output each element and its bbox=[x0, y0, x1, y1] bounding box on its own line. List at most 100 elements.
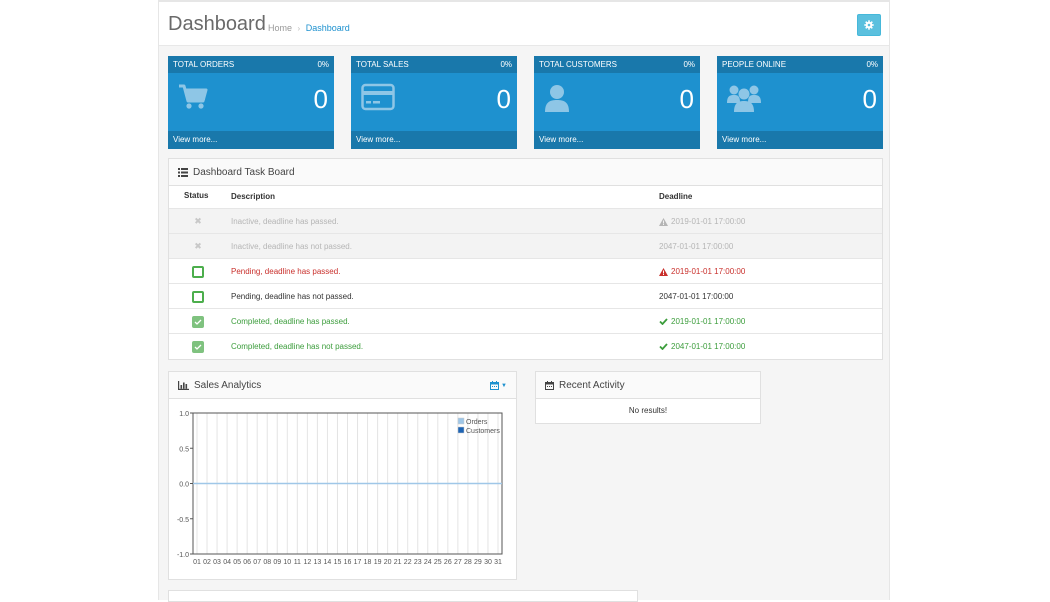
task-deadline: 2047-01-01 17:00:00 bbox=[659, 342, 745, 351]
table-row: Completed, deadline has passed. 2019-01-… bbox=[169, 308, 882, 333]
table-row: ✖ Inactive, deadline has not passed. 204… bbox=[169, 233, 882, 258]
x-tick-label: 18 bbox=[364, 559, 372, 566]
recent-activity-panel: Recent Activity No results! bbox=[535, 371, 761, 424]
x-tick-label: 23 bbox=[414, 559, 422, 566]
deadline-text: 2047-01-01 17:00:00 bbox=[671, 342, 746, 351]
tile-percent: 0% bbox=[683, 60, 695, 69]
column-header-status: Status bbox=[184, 191, 209, 200]
tile-label: TOTAL ORDERS bbox=[173, 60, 235, 69]
status-cell bbox=[183, 309, 213, 334]
deadline-text: 2019-01-01 17:00:00 bbox=[671, 217, 746, 226]
gear-icon bbox=[864, 20, 874, 30]
sales-analytics-heading: Sales Analytics ▼ bbox=[169, 372, 516, 399]
tile-header: PEOPLE ONLINE 0% bbox=[717, 56, 883, 73]
status-cell bbox=[183, 259, 213, 284]
view-more-link[interactable]: View more... bbox=[534, 131, 700, 149]
tile-total-sales: TOTAL SALES 0% 0 View more... bbox=[351, 56, 517, 149]
task-description: Inactive, deadline has not passed. bbox=[231, 242, 352, 251]
breadcrumb-home[interactable]: Home bbox=[268, 23, 292, 33]
tile-label: PEOPLE ONLINE bbox=[722, 60, 787, 69]
completed-checkbox[interactable] bbox=[192, 340, 204, 353]
bar-chart-icon bbox=[178, 380, 189, 390]
date-range-dropdown[interactable]: ▼ bbox=[490, 381, 507, 390]
x-tick-label: 28 bbox=[464, 559, 472, 566]
recent-activity-title: Recent Activity bbox=[559, 379, 625, 391]
credit-card-icon bbox=[361, 83, 395, 111]
task-description: Pending, deadline has not passed. bbox=[231, 292, 354, 301]
tile-total-customers: TOTAL CUSTOMERS 0% 0 View more... bbox=[534, 56, 700, 149]
view-more-link[interactable]: View more... bbox=[717, 131, 883, 149]
x-tick-label: 22 bbox=[404, 559, 412, 566]
view-more-link[interactable]: View more... bbox=[351, 131, 517, 149]
check-icon bbox=[194, 319, 202, 325]
x-tick-label: 25 bbox=[434, 559, 442, 566]
tile-total-orders: TOTAL ORDERS 0% 0 View more... bbox=[168, 56, 334, 149]
tile-value: 0 bbox=[313, 84, 328, 114]
deadline-text: 2019-01-01 17:00:00 bbox=[671, 267, 746, 276]
tile-label: TOTAL CUSTOMERS bbox=[539, 60, 617, 69]
pending-checkbox[interactable] bbox=[192, 290, 204, 303]
x-tick-label: 16 bbox=[344, 559, 352, 566]
x-tick-label: 27 bbox=[454, 559, 462, 566]
deadline-text: 2047-01-01 17:00:00 bbox=[659, 292, 734, 301]
x-tick-label: 19 bbox=[374, 559, 382, 566]
next-panel-edge bbox=[168, 590, 638, 602]
x-tick-label: 05 bbox=[233, 559, 241, 566]
x-tick-label: 10 bbox=[283, 559, 291, 566]
caret-down-icon: ▼ bbox=[501, 382, 507, 389]
task-deadline: 2047-01-01 17:00:00 bbox=[659, 292, 733, 301]
x-tick-label: 08 bbox=[263, 559, 271, 566]
pending-checkbox[interactable] bbox=[192, 265, 204, 278]
deadline-text: 2047-01-01 17:00:00 bbox=[659, 242, 734, 251]
tile-header: TOTAL SALES 0% bbox=[351, 56, 517, 73]
x-tick-label: 20 bbox=[384, 559, 392, 566]
x-tick-label: 21 bbox=[394, 559, 402, 566]
tile-header: TOTAL CUSTOMERS 0% bbox=[534, 56, 700, 73]
tile-value: 0 bbox=[679, 84, 694, 114]
x-tick-label: 30 bbox=[484, 559, 492, 566]
sales-chart: 1.0 0.5 0.0 -0.5 -1.0 01 02 03 04 05 06 07 08 09 10 11 1… bbox=[169, 399, 516, 579]
status-cell: ✖ bbox=[183, 234, 213, 259]
tile-label: TOTAL SALES bbox=[356, 60, 409, 69]
tile-percent: 0% bbox=[866, 60, 878, 69]
x-tick-label: 14 bbox=[324, 559, 332, 566]
x-tick-label: 11 bbox=[294, 559, 301, 566]
x-tick-label: 24 bbox=[424, 559, 432, 566]
view-more-link[interactable]: View more... bbox=[168, 131, 334, 149]
warning-icon bbox=[659, 217, 668, 226]
legend-label: Orders bbox=[466, 419, 488, 426]
table-row: Pending, deadline has not passed. 2047-0… bbox=[169, 283, 882, 308]
page: Dashboard Home › Dashboard TOTAL ORDERS … bbox=[158, 0, 890, 602]
breadcrumb-dashboard[interactable]: Dashboard bbox=[306, 23, 350, 33]
check-icon bbox=[659, 343, 668, 350]
sales-chart-svg: 1.00.50.0-0.5-1.001 02 03 04 05 06 07 08 09 10 11 1… bbox=[177, 411, 503, 566]
x-tick-label: 31 bbox=[494, 559, 502, 566]
x-tick-label: 26 bbox=[444, 559, 452, 566]
settings-button[interactable] bbox=[857, 14, 881, 36]
shopping-cart-icon bbox=[179, 84, 208, 109]
sales-analytics-title: Sales Analytics bbox=[194, 379, 262, 391]
warning-icon bbox=[659, 267, 668, 276]
task-deadline: 2019-01-01 17:00:00 bbox=[659, 267, 745, 276]
no-results-text: No results! bbox=[628, 406, 668, 415]
column-header-deadline: Deadline bbox=[659, 192, 693, 201]
calendar-icon bbox=[490, 381, 500, 390]
task-board-heading: Dashboard Task Board bbox=[169, 159, 882, 186]
completed-checkbox[interactable] bbox=[192, 315, 204, 328]
breadcrumb-separator: › bbox=[297, 24, 301, 33]
status-cell bbox=[183, 284, 213, 309]
status-cell: ✖ bbox=[183, 209, 213, 234]
status-cell bbox=[183, 334, 213, 359]
y-tick-label: -0.5 bbox=[177, 517, 189, 524]
page-title: Dashboard bbox=[168, 13, 266, 35]
calendar-icon bbox=[545, 380, 554, 390]
task-deadline: 2019-01-01 17:00:00 bbox=[659, 317, 745, 326]
task-board-title: Dashboard Task Board bbox=[193, 166, 295, 178]
table-row: ✖ Inactive, deadline has passed. 2019-01… bbox=[169, 208, 882, 233]
tile-header: TOTAL ORDERS 0% bbox=[168, 56, 334, 73]
list-icon bbox=[178, 167, 188, 177]
breadcrumb: Home › Dashboard bbox=[268, 23, 350, 33]
stat-tiles: TOTAL ORDERS 0% 0 View more... TOTAL SAL… bbox=[168, 56, 883, 149]
table-row: Completed, deadline has not passed. 2047… bbox=[169, 333, 882, 358]
users-icon bbox=[727, 85, 761, 112]
